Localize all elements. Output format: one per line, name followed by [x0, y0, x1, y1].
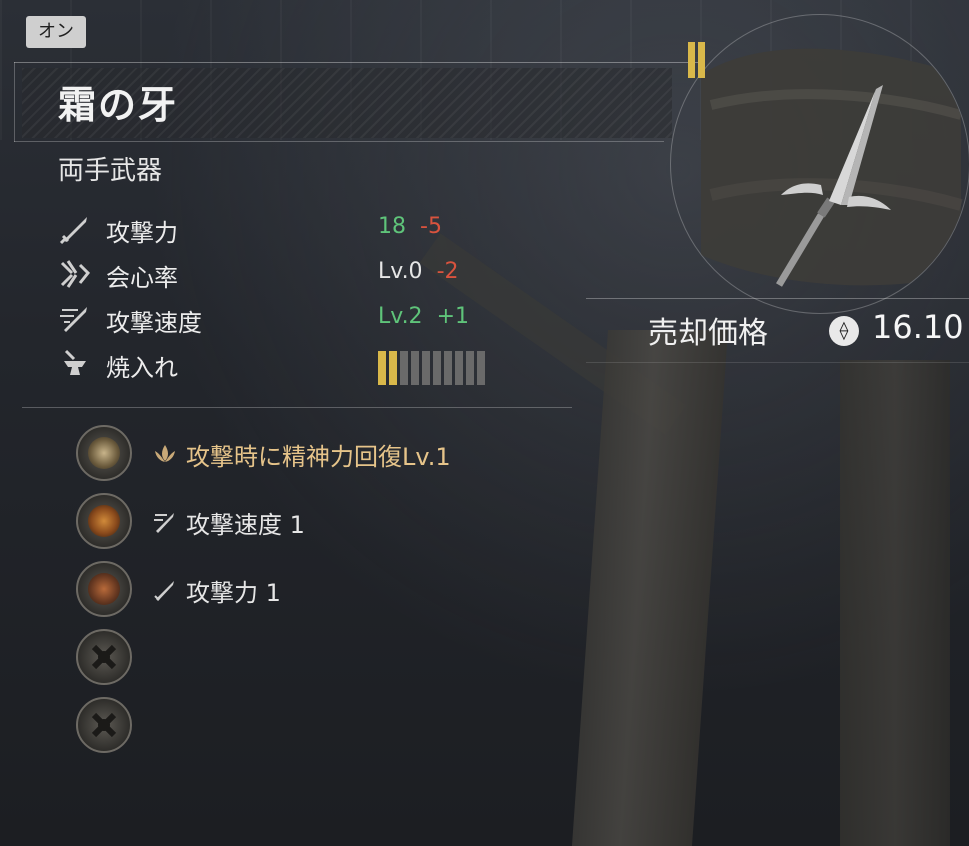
- sword-icon: [59, 217, 87, 245]
- tempering-segment: [466, 351, 474, 385]
- tempering-gauge: [378, 351, 485, 385]
- price-divider: [586, 362, 969, 363]
- stat-row-critical: 会心率 Lv.0 -2: [58, 253, 578, 298]
- bonus-orb: [76, 493, 132, 549]
- weapon-icon-frame: [670, 14, 969, 314]
- stat-label: 攻撃力: [106, 219, 178, 247]
- anvil-icon: [64, 349, 86, 375]
- critical-icon: [60, 260, 91, 288]
- background-pillar: [840, 360, 950, 846]
- lotus-icon: [155, 445, 175, 462]
- weapon-rank-bars: [688, 42, 705, 78]
- tempering-segment: [378, 351, 386, 385]
- tempering-segment: [389, 351, 397, 385]
- section-divider: [22, 407, 572, 408]
- stat-delta: -5: [420, 214, 442, 239]
- orb-inner: [88, 573, 120, 605]
- frame-divider: [14, 62, 704, 63]
- item-type: 両手武器: [58, 156, 163, 186]
- tempering-segment: [455, 351, 463, 385]
- stat-delta: -2: [436, 259, 459, 284]
- bonus-text: 攻撃時に精神力回復Lv.1: [186, 443, 451, 471]
- stat-row-tempering: 焼入れ: [58, 343, 578, 388]
- sell-price-value: 16.10: [872, 308, 964, 346]
- tempering-segment: [411, 351, 419, 385]
- stat-base-value: Lv.0: [378, 259, 423, 284]
- on-toggle-tag[interactable]: オン: [26, 16, 86, 48]
- bonus-text: 攻撃速度 1: [186, 511, 305, 539]
- stat-label: 攻撃速度: [106, 309, 202, 337]
- sword-icon: [154, 581, 174, 601]
- coin-icon: ⟠: [829, 316, 859, 346]
- attack-speed-icon: [154, 513, 174, 533]
- bonus-text: 攻撃力 1: [186, 579, 281, 607]
- stat-value: Lv.0 -2: [378, 259, 459, 284]
- orb-inner: [88, 505, 120, 537]
- stat-row-attack-speed: 攻撃速度 Lv.2 +1: [58, 298, 578, 343]
- stat-delta: +1: [436, 304, 469, 329]
- sell-price-label: 売却価格: [648, 316, 768, 351]
- stat-label: 焼入れ: [106, 354, 178, 382]
- frame-divider: [14, 141, 664, 142]
- rank-bar: [688, 42, 695, 78]
- stat-label: 会心率: [106, 264, 178, 292]
- attack-speed-icon: [60, 307, 87, 332]
- bonus-orb: [76, 425, 132, 481]
- empty-slot-icon: [76, 629, 132, 685]
- orb-inner: [88, 437, 120, 469]
- stats-panel: 攻撃力 18 -5 会心率 Lv.0 -2 攻撃速度 Lv.2 +1 焼入れ: [58, 208, 578, 388]
- bonus-orb: [76, 561, 132, 617]
- tempering-segment: [433, 351, 441, 385]
- rank-bar: [698, 42, 705, 78]
- frame-divider: [14, 62, 15, 142]
- item-name: 霜の牙: [58, 83, 179, 127]
- stat-value: 18 -5: [378, 214, 442, 239]
- stat-value: Lv.2 +1: [378, 304, 469, 329]
- tempering-segment: [422, 351, 430, 385]
- price-divider: [586, 298, 969, 299]
- tempering-segment: [444, 351, 452, 385]
- background-pillar: [571, 330, 729, 846]
- stat-base-value: 18: [378, 214, 406, 239]
- tempering-segment: [400, 351, 408, 385]
- empty-slot-icon: [76, 697, 132, 753]
- tempering-segment: [477, 351, 485, 385]
- spear-icon: [701, 48, 963, 287]
- stat-base-value: Lv.2: [378, 304, 423, 329]
- stat-row-attack: 攻撃力 18 -5: [58, 208, 578, 253]
